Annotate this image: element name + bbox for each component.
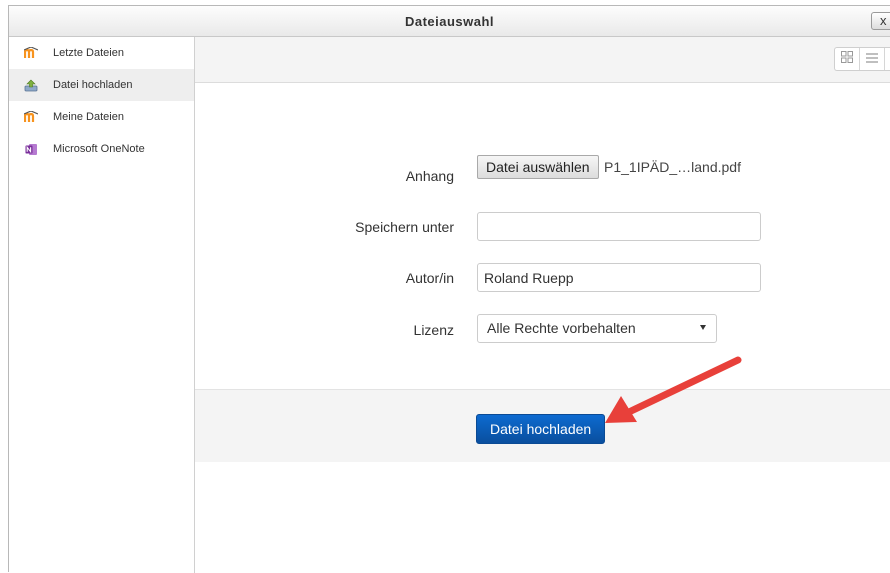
sidebar-item-upload-file[interactable]: Datei hochladen: [9, 69, 194, 101]
onenote-icon: [24, 142, 38, 156]
attachment-label: Anhang: [405, 168, 454, 184]
upload-form: Anhang Datei auswählen P1_1IPÄD_…land.pd…: [195, 83, 890, 389]
sidebar-item-my-files[interactable]: Meine Dateien: [9, 101, 194, 133]
upload-file-button[interactable]: Datei hochladen: [476, 414, 606, 444]
close-icon: x: [880, 13, 887, 28]
chevron-down-icon: [700, 325, 706, 330]
dialog-footer: Datei hochladen: [195, 389, 890, 462]
dialog-titlebar: Dateiauswahl x: [9, 6, 890, 37]
upload-icon: [24, 78, 38, 92]
grid-icon: [841, 50, 853, 68]
tree-view-button[interactable]: [885, 48, 890, 70]
sidebar-item-recent-files[interactable]: Letzte Dateien: [9, 37, 194, 69]
close-button[interactable]: x: [871, 12, 890, 30]
repository-sidebar: Letzte Dateien Datei hochladen Meine Dat…: [9, 37, 195, 573]
sidebar-item-label: Microsoft OneNote: [53, 143, 145, 155]
file-picker-dialog: Dateiauswahl x Letzte Dateien Datei hoch…: [8, 5, 890, 573]
file-toolbar: [195, 37, 890, 83]
author-input[interactable]: [477, 263, 761, 292]
dialog-title: Dateiauswahl: [404, 14, 495, 29]
save-as-input[interactable]: [477, 212, 761, 241]
sidebar-item-label: Datei hochladen: [53, 79, 133, 91]
list-view-button[interactable]: [860, 48, 885, 70]
view-switcher: [834, 47, 890, 71]
license-select[interactable]: Alle Rechte vorbehalten: [477, 314, 717, 343]
license-select-value: Alle Rechte vorbehalten: [487, 320, 636, 336]
author-label: Autor/in: [405, 270, 454, 286]
moodle-icon: [24, 110, 38, 124]
moodle-icon: [24, 46, 38, 60]
choose-file-button[interactable]: Datei auswählen: [477, 155, 599, 179]
sidebar-item-onenote[interactable]: Microsoft OneNote: [9, 133, 194, 165]
sidebar-item-label: Meine Dateien: [53, 111, 124, 123]
sidebar-item-label: Letzte Dateien: [53, 47, 124, 59]
selected-file-name: P1_1IPÄD_…land.pdf: [604, 159, 741, 175]
list-icon: [866, 50, 878, 68]
save-as-label: Speichern unter: [355, 219, 454, 235]
icons-view-button[interactable]: [835, 48, 860, 70]
license-label: Lizenz: [413, 322, 454, 338]
